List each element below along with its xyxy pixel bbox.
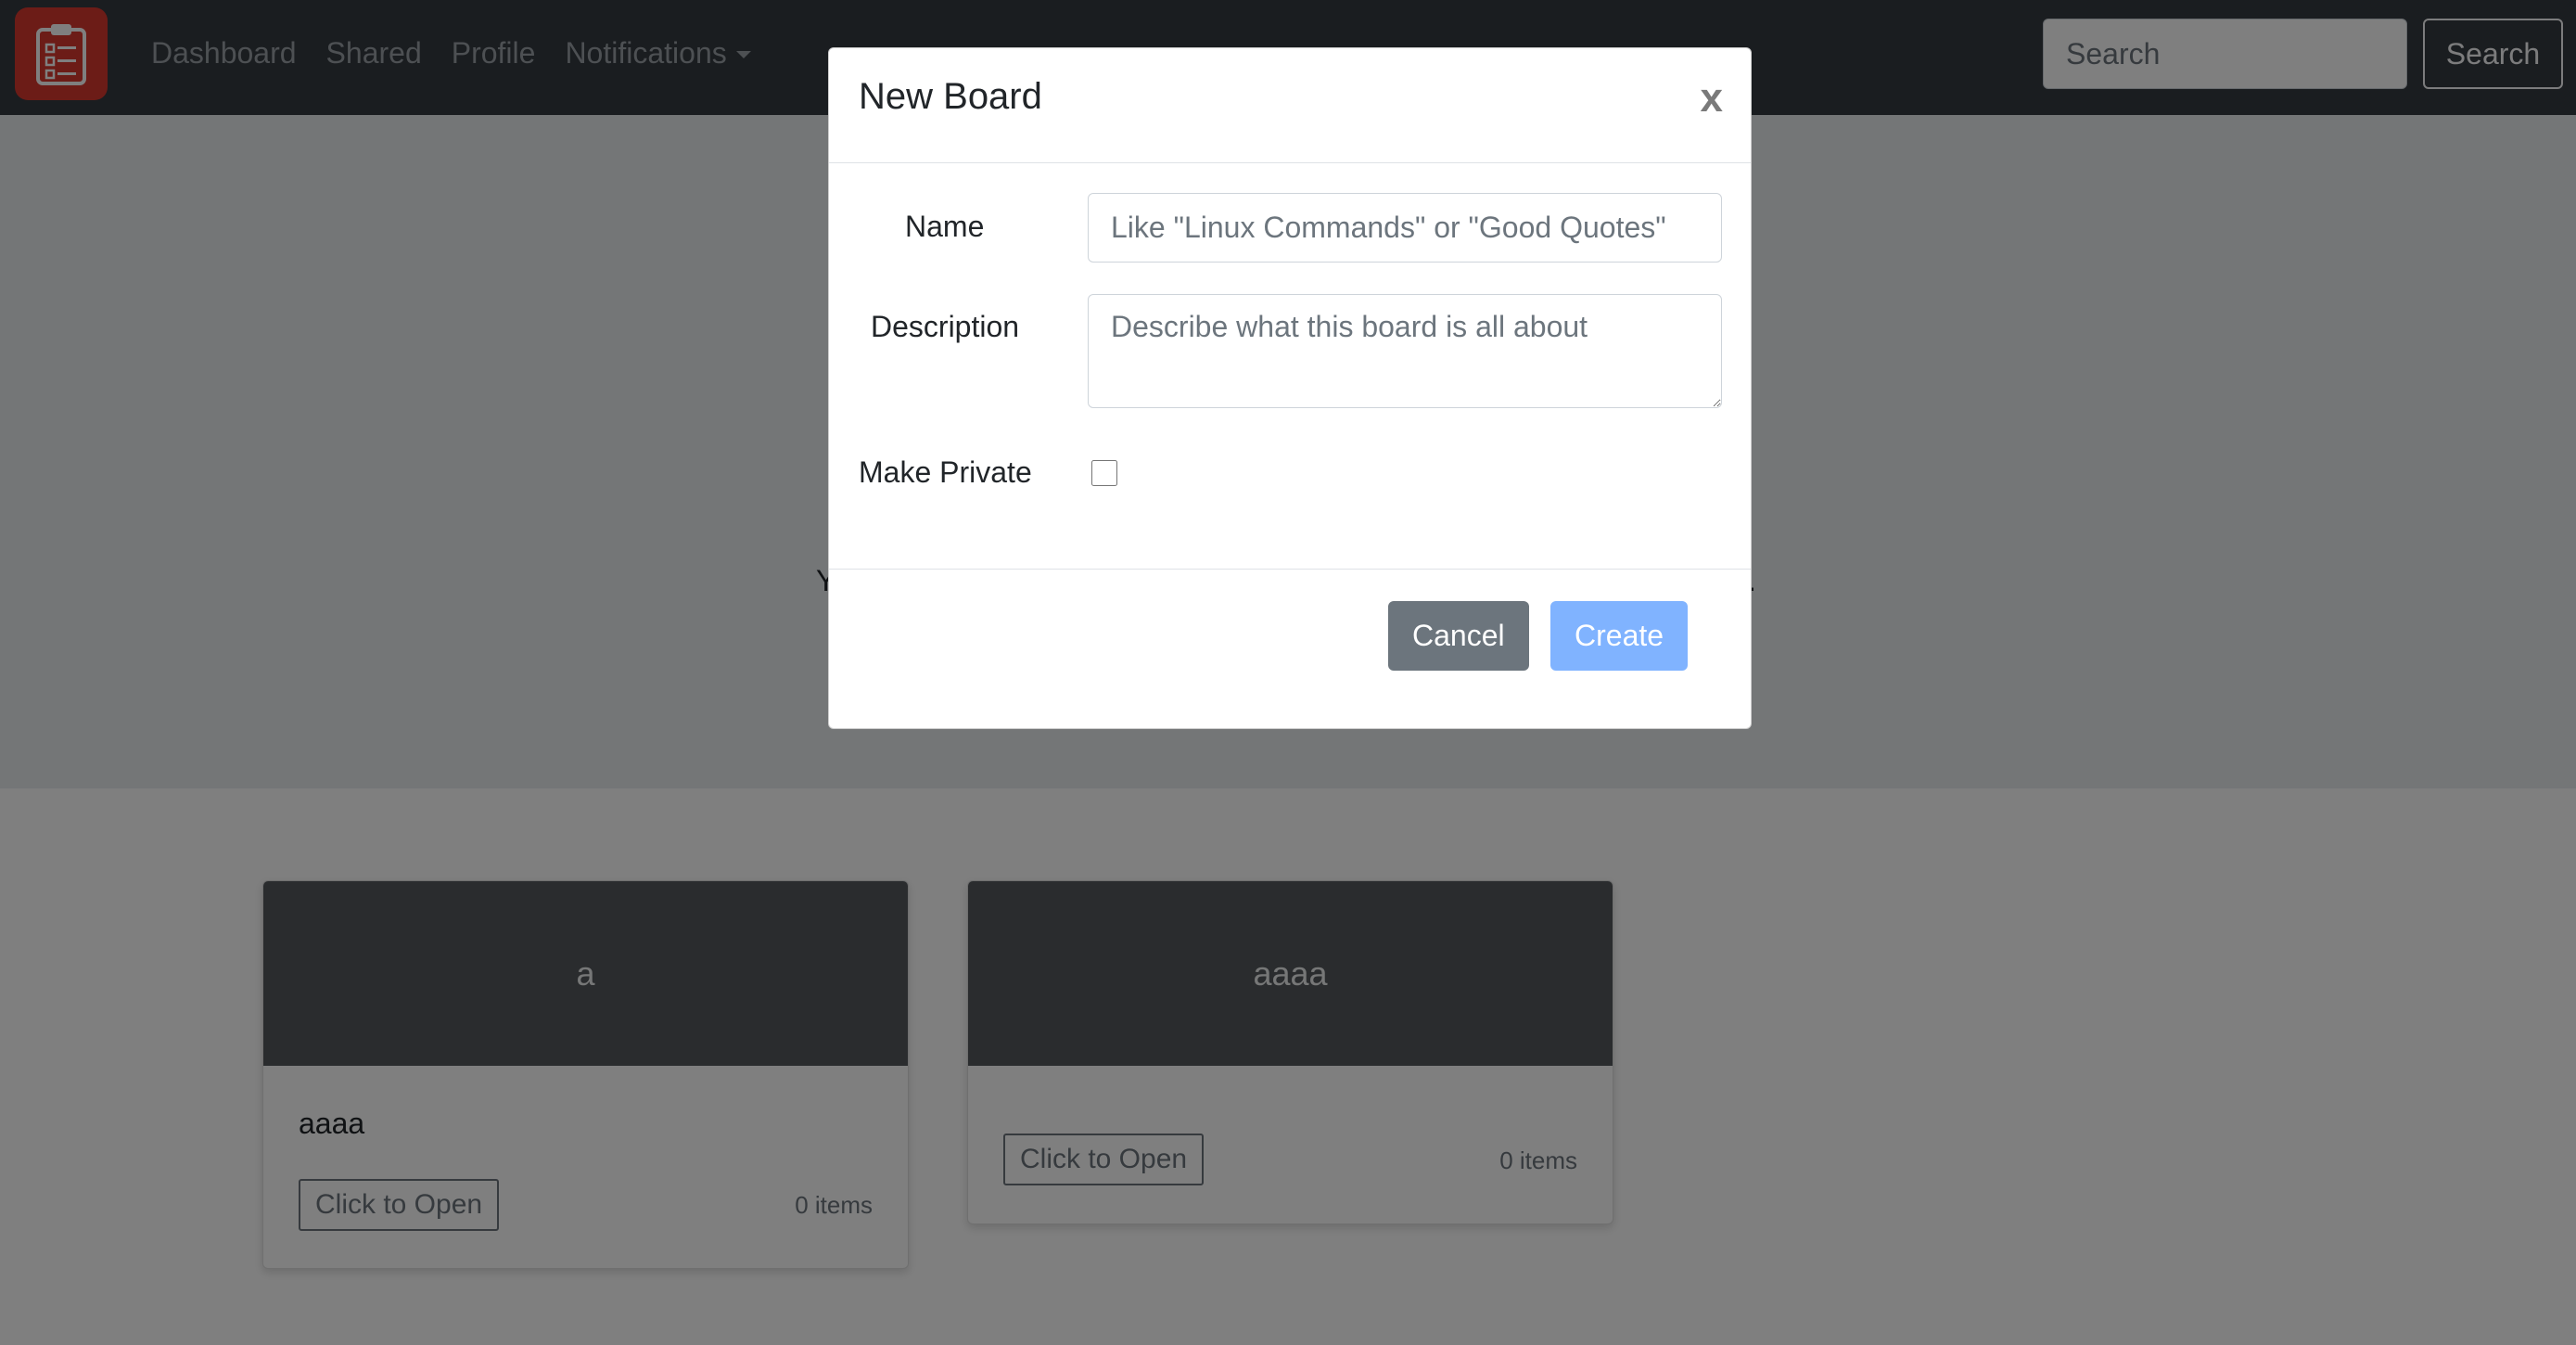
description-label: Description <box>871 310 1020 343</box>
modal-footer: Cancel Create <box>829 569 1751 730</box>
close-button[interactable]: x <box>1701 70 1723 126</box>
new-board-modal: New Board x Name Description Make Privat… <box>828 47 1752 729</box>
modal-header: New Board x <box>829 48 1751 163</box>
make-private-checkbox[interactable] <box>1091 460 1117 486</box>
name-label: Name <box>905 210 985 243</box>
create-button[interactable]: Create <box>1550 601 1689 671</box>
modal-title: New Board <box>859 76 1042 117</box>
board-description-input[interactable] <box>1088 294 1722 408</box>
board-name-input[interactable] <box>1088 193 1722 263</box>
make-private-label: Make Private <box>859 455 1032 489</box>
cancel-button[interactable]: Cancel <box>1388 601 1529 671</box>
